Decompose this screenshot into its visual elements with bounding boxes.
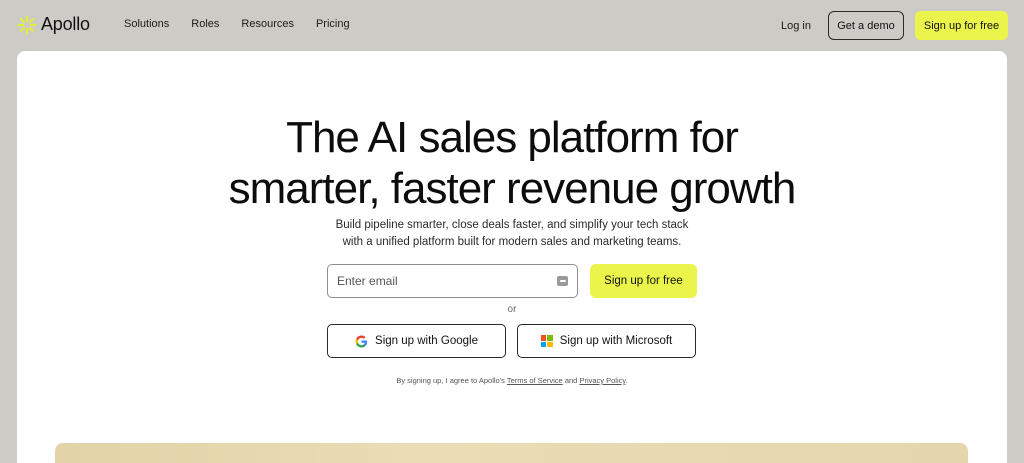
microsoft-icon — [540, 335, 553, 347]
microsoft-signup-button[interactable]: Sign up with Microsoft — [517, 324, 696, 358]
nav-link-resources[interactable]: Resources — [241, 18, 294, 30]
google-signup-button[interactable]: Sign up with Google — [327, 324, 506, 358]
or-divider: or — [507, 304, 517, 315]
google-signup-label: Sign up with Google — [375, 335, 478, 347]
nav-links: Solutions Roles Resources Pricing — [124, 18, 372, 30]
hero-signup-button[interactable]: Sign up for free — [590, 264, 697, 298]
hero-product-image — [55, 443, 968, 463]
top-nav: Apollo Solutions Roles Resources Pricing… — [0, 0, 1024, 50]
apollo-sun-icon — [17, 14, 37, 35]
microsoft-signup-label: Sign up with Microsoft — [559, 335, 673, 347]
headline-line-2: smarter, faster revenue growth — [228, 164, 797, 213]
legal-and: and — [564, 376, 578, 385]
get-demo-button[interactable]: Get a demo — [828, 11, 904, 40]
email-input[interactable] — [337, 274, 557, 288]
nav-signup-button[interactable]: Sign up for free — [915, 11, 1008, 40]
brand-name: Apollo — [41, 14, 90, 34]
hero-card: The AI sales platform for smarter, faste… — [17, 51, 1007, 463]
hero-headline: The AI sales platform for smarter, faste… — [17, 112, 1007, 214]
headline-line-1: The AI sales platform for — [286, 113, 739, 162]
privacy-link[interactable]: Privacy Policy — [579, 376, 625, 385]
terms-link[interactable]: Terms of Service — [507, 376, 563, 385]
subhead-line-1: Build pipeline smarter, close deals fast… — [335, 219, 689, 231]
nav-actions: Log in Get a demo Sign up for free — [781, 11, 1008, 40]
login-link[interactable]: Log in — [781, 20, 811, 32]
subhead-line-2: with a unified platform built for modern… — [342, 236, 682, 248]
nav-link-roles[interactable]: Roles — [191, 18, 219, 30]
legal-suffix: . — [625, 376, 628, 385]
autofill-icon[interactable] — [557, 276, 568, 286]
google-icon — [355, 335, 368, 347]
nav-link-solutions[interactable]: Solutions — [124, 18, 169, 30]
legal-prefix: By signing up, I agree to Apollo's — [396, 376, 505, 385]
hero-subhead: Build pipeline smarter, close deals fast… — [17, 217, 1007, 251]
legal-notice: By signing up, I agree to Apollo's Terms… — [17, 376, 1007, 385]
nav-link-pricing[interactable]: Pricing — [316, 18, 350, 30]
apollo-logo[interactable]: Apollo — [17, 14, 90, 35]
email-field[interactable] — [327, 264, 578, 298]
